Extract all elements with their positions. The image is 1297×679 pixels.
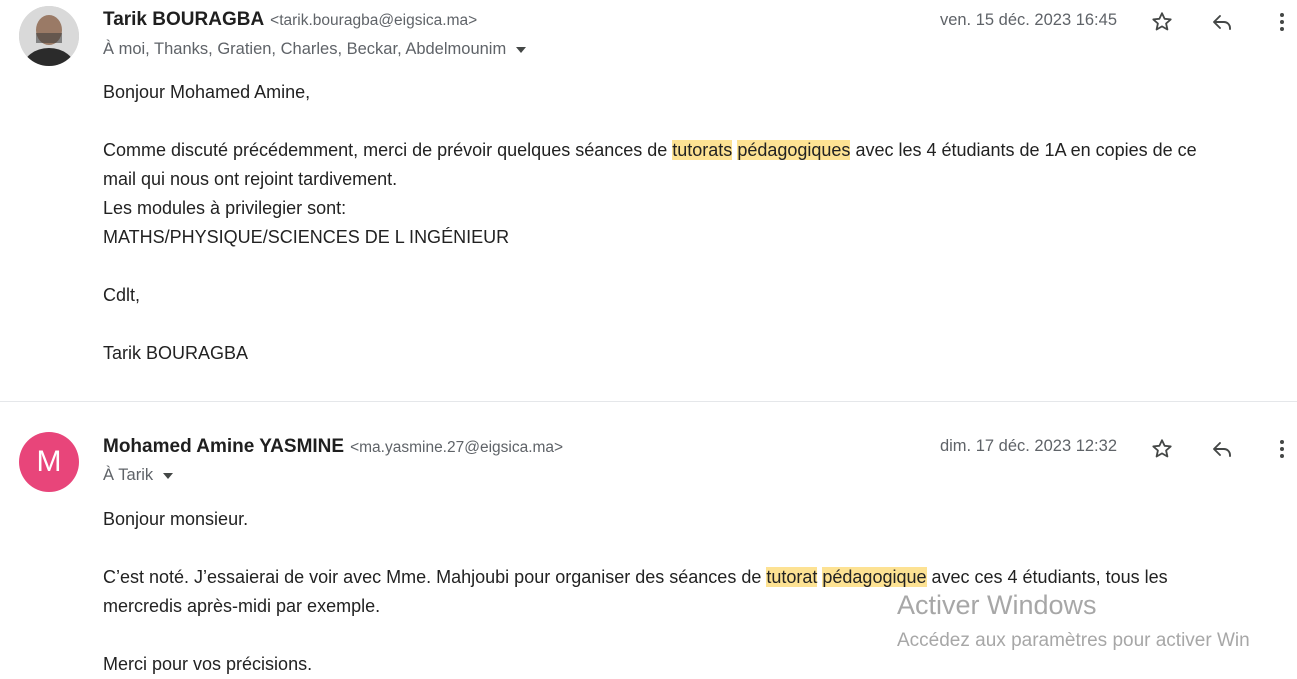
body-line: MATHS/PHYSIQUE/SCIENCES DE L INGÉNIEUR	[103, 227, 510, 247]
message-date: dim. 17 déc. 2023 12:32	[939, 437, 1117, 455]
highlighted-term: tutorat	[766, 567, 818, 587]
signature: Tarik BOURAGBA	[103, 343, 249, 363]
body-text: Comme discuté précédemment, merci de pré…	[103, 140, 673, 160]
activation-watermark-title: Activer Windows	[897, 590, 1097, 620]
recipients-dropdown[interactable]: À moi, Thanks, Gratien, Charles, Beckar,…	[103, 40, 527, 59]
greeting: Bonjour Mohamed Amine,	[103, 82, 311, 102]
highlighted-term: pédagogiques	[737, 140, 851, 160]
message-body: Bonjour monsieur. C’est noté. J’essaiera…	[103, 505, 1293, 679]
highlighted-term: tutorats	[672, 140, 733, 160]
caret-down-icon[interactable]	[163, 472, 174, 479]
body-line: mail qui nous ont rejoint tardivement.	[103, 169, 398, 189]
caret-down-icon[interactable]	[516, 46, 527, 53]
body-text: avec les 4 étudiants de 1A en copies de …	[850, 140, 1197, 160]
sender-email: <ma.yasmine.27@eigsica.ma>	[350, 439, 564, 456]
highlighted-term: pédagogique	[822, 567, 927, 587]
reply-icon[interactable]	[1206, 433, 1238, 465]
recipients-label: À moi, Thanks, Gratien, Charles, Beckar,…	[103, 40, 507, 58]
sender-name: Tarik BOURAGBA	[103, 9, 265, 30]
message-body: Bonjour Mohamed Amine, Comme discuté pré…	[103, 78, 1293, 368]
body-line: Comme discuté précédemment, merci de pré…	[103, 136, 1293, 165]
email-message-1: Tarik BOURAGBA <tarik.bouragba@eigsica.ma…	[0, 0, 1297, 402]
sender[interactable]: Mohamed Amine YASMINE <ma.yasmine.27@eigs…	[103, 436, 563, 458]
star-icon[interactable]	[1146, 6, 1178, 38]
message-date: ven. 15 déc. 2023 16:45	[939, 11, 1117, 29]
star-icon[interactable]	[1146, 433, 1178, 465]
body-text: C’est noté. J’essaierai de voir avec Mme…	[103, 567, 767, 587]
activation-watermark-subtitle: Accédez aux paramètres pour activer Win	[897, 630, 1250, 651]
sender-name: Mohamed Amine YASMINE	[103, 436, 345, 457]
avatar[interactable]: M	[19, 432, 79, 492]
body-text: avec ces 4 étudiants, tous les	[926, 567, 1168, 587]
closing: Merci pour vos précisions.	[103, 654, 313, 674]
recipients-dropdown[interactable]: À Tarik	[103, 466, 174, 485]
closing: Cdlt,	[103, 285, 141, 305]
sender-email: <tarik.bouragba@eigsica.ma>	[270, 12, 478, 29]
greeting: Bonjour monsieur.	[103, 509, 249, 529]
reply-icon[interactable]	[1206, 6, 1238, 38]
recipients-label: À Tarik	[103, 466, 154, 484]
more-vert-icon[interactable]	[1266, 433, 1297, 465]
body-line: C’est noté. J’essaierai de voir avec Mme…	[103, 563, 1293, 592]
body-line: mercredis après-midi par exemple.	[103, 596, 381, 616]
more-vert-icon[interactable]	[1266, 6, 1297, 38]
body-line: Les modules à privilegier sont:	[103, 198, 347, 218]
sender[interactable]: Tarik BOURAGBA <tarik.bouragba@eigsica.ma…	[103, 9, 477, 31]
avatar[interactable]	[19, 6, 79, 66]
